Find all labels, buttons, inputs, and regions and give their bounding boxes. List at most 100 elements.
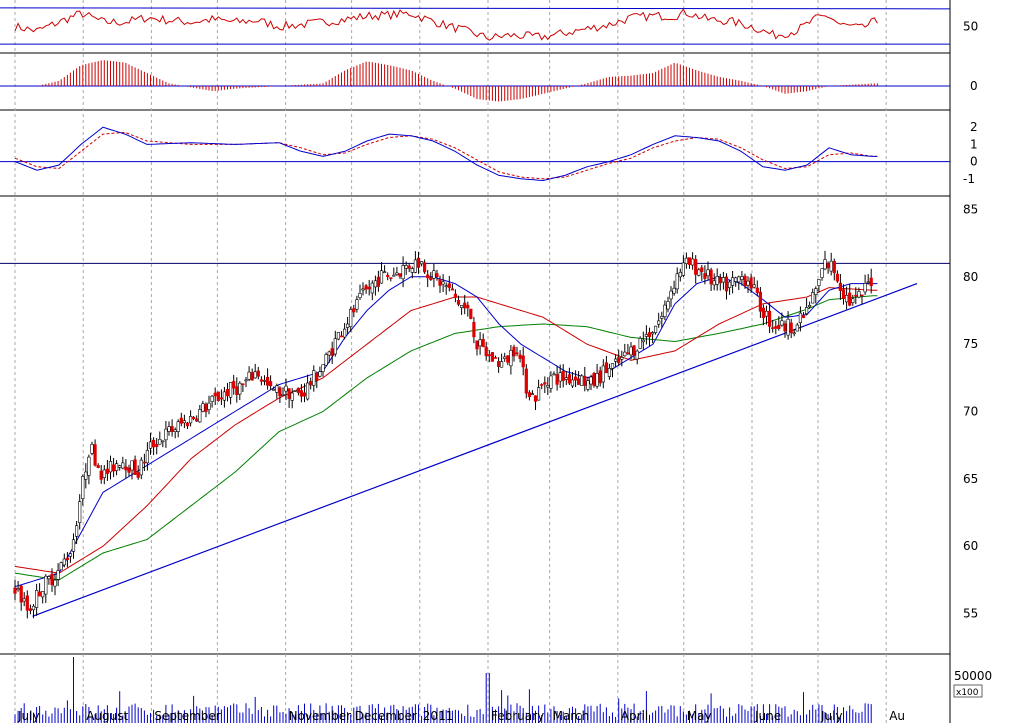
candle-down	[398, 273, 402, 277]
candle-down	[219, 397, 224, 400]
candle-up	[580, 375, 584, 386]
candle-up	[201, 403, 205, 412]
candle-down	[484, 346, 488, 357]
candle-down	[524, 368, 528, 394]
candle-up	[247, 371, 251, 380]
candle-down	[626, 352, 630, 355]
macd-line	[14, 126, 878, 182]
candle-up	[823, 259, 827, 270]
candle-up	[795, 324, 799, 332]
candle-up	[182, 420, 187, 424]
candle-down	[592, 373, 596, 386]
candle-up	[734, 277, 738, 282]
candle-up	[413, 259, 418, 273]
month-label: November	[289, 709, 351, 723]
price-tick-label: 60	[963, 539, 978, 553]
candle-up	[62, 558, 66, 566]
candle-down	[195, 418, 199, 422]
candle-down	[278, 387, 282, 397]
candle-up	[158, 438, 162, 445]
candle-up	[635, 350, 639, 360]
candle-up	[198, 409, 202, 423]
candle-down	[250, 372, 254, 381]
candle-down	[96, 465, 100, 468]
candle-up	[31, 605, 36, 611]
candle-up	[727, 281, 732, 288]
candle-up	[672, 287, 676, 294]
candle-up	[207, 402, 211, 410]
rsi-tick-label: 50	[963, 20, 978, 34]
candle-up	[657, 320, 661, 325]
moving-average-mid	[14, 287, 878, 574]
candle-up	[690, 258, 695, 266]
candle-up	[675, 273, 679, 290]
price-axis-labels: 50 0 2 1 0 -1 55 60 65 70 75 80 85 50000 x100	[953, 20, 992, 698]
candle-down	[386, 274, 390, 278]
price-panel	[0, 250, 950, 619]
month-label: April	[621, 709, 648, 723]
candle-up	[764, 310, 769, 317]
candle-up	[792, 332, 796, 335]
candle-up	[318, 371, 322, 377]
histogram-tick-label: 0	[970, 79, 978, 93]
candle-down	[617, 357, 621, 364]
candle-down	[700, 267, 704, 272]
candle-down	[703, 273, 707, 279]
candle-down	[774, 326, 778, 329]
candle-up	[536, 387, 541, 401]
candle-up	[47, 576, 51, 580]
month-label: March	[553, 709, 590, 723]
candle-up	[379, 270, 384, 284]
candle-up	[613, 358, 618, 362]
candle-down	[567, 374, 571, 384]
candle-up	[798, 312, 802, 324]
rsi-line	[14, 8, 878, 41]
candle-down	[647, 332, 652, 338]
candle-up	[253, 371, 257, 379]
candle-down	[28, 608, 33, 611]
candle-up	[167, 426, 171, 432]
candle-down	[19, 585, 23, 603]
macd-tick-label: 0	[970, 155, 978, 169]
candle-up	[712, 280, 716, 286]
candle-up	[586, 380, 590, 390]
candle-up	[650, 332, 655, 335]
candle-up	[807, 304, 812, 308]
candle-down	[429, 277, 433, 280]
candle-up	[780, 320, 784, 326]
candle-down	[232, 381, 236, 389]
candle-down	[50, 573, 54, 585]
price-tick-label: 55	[963, 607, 978, 621]
candle-up	[509, 349, 513, 367]
candle-down	[687, 257, 692, 265]
candle-up	[786, 318, 790, 336]
candle-up	[102, 469, 106, 478]
candle-down	[13, 587, 17, 594]
candle-up	[623, 351, 627, 357]
candle-up	[863, 283, 867, 293]
candle-up	[68, 553, 72, 557]
candle-up	[87, 456, 91, 476]
candle-down	[136, 472, 140, 478]
candle-up	[814, 288, 818, 295]
candle-up	[345, 323, 350, 328]
candle-down	[225, 389, 230, 397]
candle-down	[105, 468, 109, 474]
candle-up	[684, 257, 688, 265]
candle-down	[848, 292, 852, 306]
candle-up	[370, 282, 374, 294]
candle-up	[115, 463, 119, 471]
candle-up	[22, 598, 26, 602]
candle-up	[349, 309, 353, 327]
candle-down	[127, 467, 131, 473]
candle-up	[730, 277, 735, 286]
candle-down	[694, 258, 698, 275]
candle-down	[330, 348, 334, 356]
candle-down	[583, 375, 587, 386]
candle-up	[644, 334, 648, 337]
candle-down	[352, 308, 356, 313]
candle-up	[44, 575, 48, 595]
price-tick-label: 80	[963, 270, 978, 284]
candle-up	[546, 384, 550, 388]
candle-up	[148, 441, 153, 449]
